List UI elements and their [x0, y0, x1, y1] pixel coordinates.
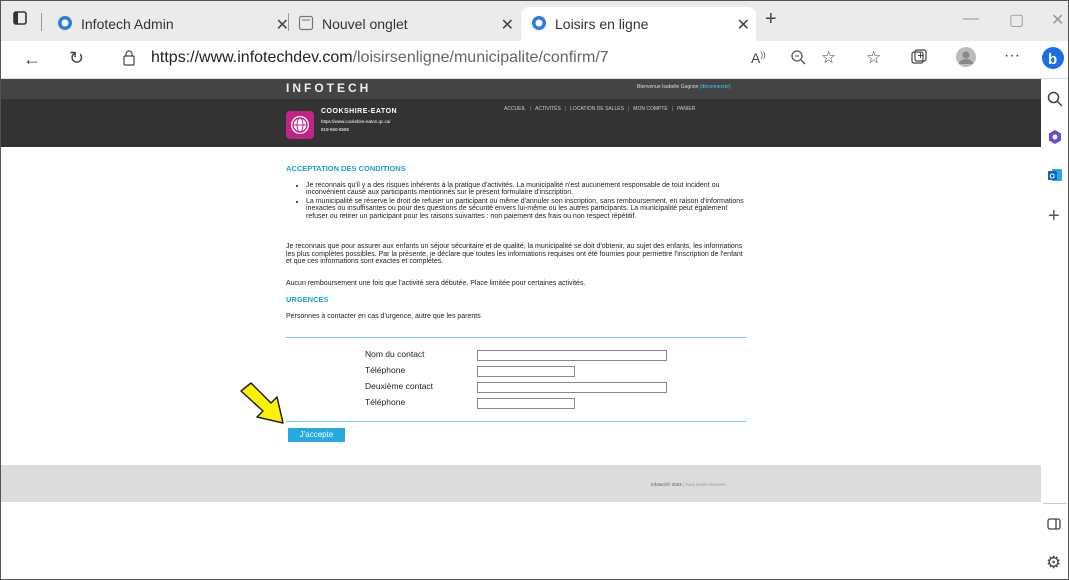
collections-icon[interactable] [911, 49, 927, 70]
divider [286, 337, 746, 338]
browser-window: Infotech Admin ✕ Nouvel onglet ✕ Loisirs… [0, 0, 1069, 580]
close-tab-icon[interactable]: ✕ [276, 15, 289, 35]
profile-avatar[interactable] [956, 47, 976, 72]
tab-nouvel-onglet[interactable]: Nouvel onglet ✕ [298, 7, 518, 41]
url-domain: https://www.infotechdev.com [151, 49, 353, 66]
nav-accueil[interactable]: ACCUEIL [500, 106, 530, 112]
condition-item: La municipalité se réserve le droit de r… [306, 198, 746, 220]
address-bar: ← ↻ https://www.infotechdev.com/loisirse… [1, 41, 1068, 79]
contact-name-input[interactable] [477, 350, 667, 361]
municipality-url[interactable]: https://www.cookshire-eaton.qc.ca/ [321, 119, 391, 124]
tab-title: Loisirs en ligne [555, 16, 649, 32]
second-contact-input[interactable] [477, 382, 667, 393]
site-footer [1, 465, 1041, 502]
page-viewport: INFOTECH Bienvenue Isabelle Gagnon (déco… [1, 79, 1041, 579]
search-icon[interactable] [1047, 91, 1063, 112]
tab-title: Infotech Admin [81, 16, 174, 32]
url-field[interactable]: https://www.infotechdev.com/loisirsenlig… [151, 49, 609, 67]
close-tab-icon[interactable]: ✕ [501, 15, 514, 35]
minimize-icon[interactable]: — [963, 10, 979, 28]
new-tab-plus-icon[interactable]: + [765, 8, 777, 31]
copyright-text: Infotech© 2023 | Tous droits réservés [651, 482, 726, 487]
svg-text:O: O [1050, 174, 1056, 181]
site-top-strip [1, 79, 1041, 99]
welcome-text: Bienvenue Isabelle Gagnon (déconnecter) [637, 84, 731, 90]
urgences-text: Personnes à contacter en cas d'urgence, … [286, 313, 481, 320]
welcome-name: Bienvenue Isabelle Gagnon [637, 84, 699, 90]
new-tab-icon [298, 15, 314, 34]
urgences-heading: URGENCES [286, 295, 329, 304]
refund-note: Aucun remboursement une fois que l'activ… [286, 280, 586, 287]
add-favorite-icon[interactable]: ☆ [821, 48, 836, 68]
hide-sidebar-icon[interactable] [1047, 517, 1061, 536]
more-options-icon[interactable]: ··· [1004, 47, 1020, 65]
nav-activites[interactable]: ACTIVITÉS [531, 106, 565, 112]
tab-infotech-admin[interactable]: Infotech Admin ✕ [57, 7, 289, 41]
add-sidebar-app-icon[interactable]: + [1048, 205, 1060, 228]
municipality-name: COOKSHIRE-EATON [321, 108, 398, 115]
conditions-heading: ACCEPTATION DES CONDITIONS [286, 164, 406, 173]
read-aloud-icon[interactable]: A)) [751, 50, 766, 66]
edge-favicon-icon [531, 15, 547, 34]
logout-link[interactable]: (déconnecter) [700, 84, 731, 90]
url-path: /loisirsenligne/municipalite/confirm/7 [352, 49, 609, 66]
settings-gear-icon[interactable]: ⚙ [1046, 553, 1061, 573]
outlook-icon[interactable]: O [1047, 167, 1063, 188]
site-nav: ACCUEIL | ACTIVITÉS | LOCATION DE SALLES | … [500, 106, 699, 112]
yellow-arrow-annotation-icon [240, 382, 284, 424]
second-contact-label: Deuxième contact [365, 381, 434, 391]
tab-loisirs-en-ligne[interactable]: Loisirs en ligne ✕ [521, 7, 756, 41]
conditions-list: Je reconnais qu'il y a des risques inhér… [286, 182, 746, 221]
favorites-icon[interactable]: ☆ [866, 48, 881, 68]
phone2-input[interactable] [477, 398, 575, 409]
tab-actions-icon[interactable] [13, 11, 27, 30]
tab-bar: Infotech Admin ✕ Nouvel onglet ✕ Loisirs… [1, 1, 1068, 41]
tab-title: Nouvel onglet [322, 16, 408, 32]
close-window-icon[interactable]: ✕ [1051, 10, 1064, 30]
declaration-paragraph: Je reconnais que pour assurer aux enfant… [286, 243, 743, 265]
municipality-logo-icon [286, 111, 314, 139]
edge-sidebar: O + ⚙ [1041, 79, 1068, 579]
accept-button[interactable]: J'accepte [288, 428, 345, 442]
phone-input[interactable] [477, 366, 575, 377]
condition-item: Je reconnais qu'il y a des risques inhér… [306, 182, 746, 197]
zoom-icon[interactable] [790, 49, 806, 70]
refresh-icon[interactable]: ↻ [69, 48, 84, 69]
bing-copilot-icon[interactable]: b [1041, 46, 1065, 75]
back-icon[interactable]: ← [23, 49, 41, 70]
municipality-phone: 819-560-8585 [321, 127, 350, 132]
office-icon[interactable] [1047, 129, 1063, 150]
nav-mon-compte[interactable]: MON COMPTE [629, 106, 671, 112]
close-tab-icon[interactable]: ✕ [737, 15, 750, 35]
svg-text:b: b [1048, 51, 1057, 68]
phone2-label: Téléphone [365, 397, 406, 407]
nav-panier[interactable]: PANIER [673, 106, 699, 112]
maximize-icon[interactable]: ▢ [1009, 10, 1024, 30]
divider [286, 421, 746, 422]
phone-label: Téléphone [365, 365, 406, 375]
contact-name-label: Nom du contact [365, 349, 425, 359]
site-info-icon[interactable] [122, 50, 136, 71]
edge-favicon-icon [57, 15, 73, 34]
infotech-logo: INFOTECH [286, 81, 372, 95]
nav-location-salles[interactable]: LOCATION DE SALLES [566, 106, 628, 112]
copyright-label: Infotech© 2023 [651, 482, 682, 487]
rights-label: Tous droits réservés [685, 482, 726, 487]
